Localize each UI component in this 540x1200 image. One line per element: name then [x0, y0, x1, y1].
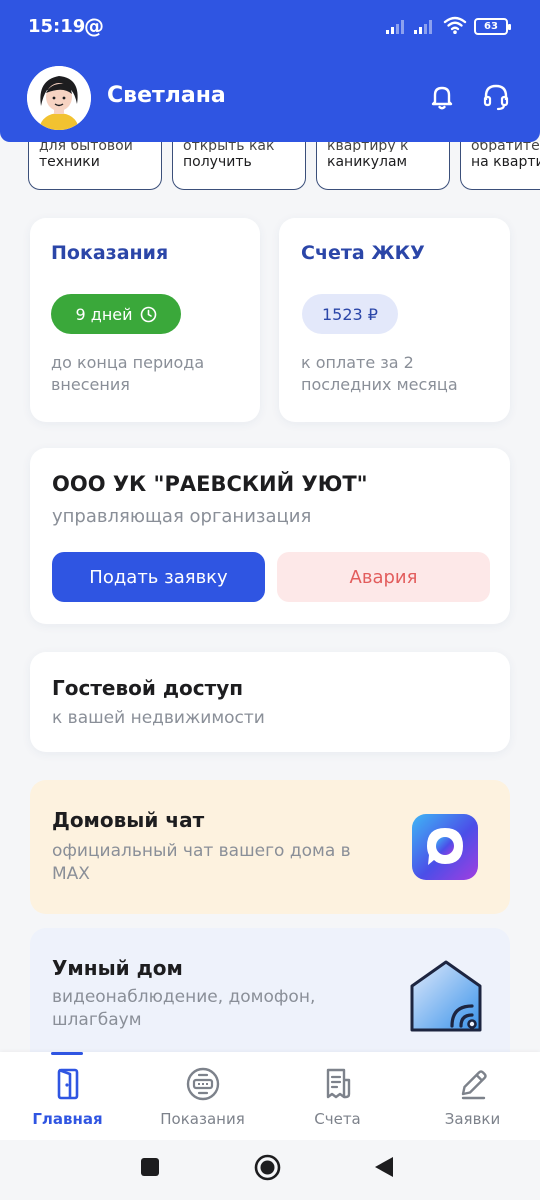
recents-icon[interactable] — [139, 1156, 161, 1178]
avatar-illustration — [27, 66, 91, 130]
smart-home-icon — [410, 960, 482, 1032]
amount-due-badge: 1523 ₽ — [302, 294, 398, 334]
bottom-tab-bar: Главная Показания Счета Заявки — [0, 1052, 540, 1140]
management-company-card: ООО УК "РАЕВСКИЙ УЮТ" управляющая органи… — [30, 448, 510, 624]
signal-icon-2 — [414, 20, 432, 34]
meter-card-description: до конца периода внесения — [51, 353, 205, 394]
meter-icon — [186, 1067, 219, 1101]
company-name: ООО УК "РАЕВСКИЙ УЮТ" — [52, 472, 368, 496]
back-icon[interactable] — [372, 1155, 396, 1179]
home-icon[interactable] — [254, 1154, 281, 1181]
home-content[interactable]: для бытовой техники открыть как получить… — [0, 142, 540, 1052]
bell-icon[interactable] — [427, 82, 457, 112]
submit-request-button[interactable]: Подать заявку — [52, 552, 265, 602]
clock-icon — [140, 306, 156, 322]
headset-icon[interactable] — [481, 82, 511, 112]
guest-access-subtitle: к вашей недвижимости — [52, 708, 265, 728]
house-chat-card[interactable]: Домовый чат официальный чат вашего дома … — [30, 780, 510, 914]
receipt-icon — [326, 1068, 350, 1099]
smart-home-title: Умный дом — [52, 956, 183, 980]
battery-icon: 63 — [474, 18, 511, 35]
status-bar: 15:19 @ 63 — [0, 0, 540, 52]
guest-access-title: Гостевой доступ — [52, 676, 244, 700]
at-sign-icon: @ — [84, 14, 104, 38]
emergency-button[interactable]: Авария — [277, 552, 490, 602]
bills-card-description: к оплате за 2 последних месяца — [301, 353, 458, 394]
tab-requests[interactable]: Заявки — [405, 1052, 540, 1140]
meter-card-title: Показания — [51, 242, 169, 264]
guest-access-card[interactable]: Гостевой доступ к вашей недвижимости — [30, 652, 510, 752]
max-messenger-icon — [412, 814, 478, 880]
tab-home[interactable]: Главная — [0, 1052, 135, 1140]
promo-chip[interactable]: обратите на квартир — [460, 142, 540, 190]
tab-bills[interactable]: Счета — [270, 1052, 405, 1140]
user-name[interactable]: Светлана — [107, 83, 226, 108]
smart-home-card[interactable]: Умный дом видеонаблюдение, домофон, шлаг… — [30, 928, 510, 1052]
door-icon — [57, 1068, 78, 1100]
avatar[interactable] — [27, 66, 91, 130]
smart-home-subtitle: видеонаблюдение, домофон, шлагбаум — [52, 987, 316, 1030]
house-chat-title: Домовый чат — [52, 808, 205, 832]
system-navigation-bar — [0, 1140, 540, 1200]
pencil-icon — [461, 1070, 487, 1100]
promo-chip[interactable]: квартиру к каникулам — [316, 142, 450, 190]
house-chat-subtitle: официальный чат вашего дома в MAX — [52, 841, 351, 884]
days-left-badge: 9 дней — [51, 294, 181, 334]
bills-card-title: Счета ЖКУ — [301, 242, 425, 264]
app-header: Светлана — [0, 52, 540, 142]
signal-icon — [386, 20, 404, 34]
company-subtitle: управляющая организация — [52, 506, 312, 527]
promo-chip[interactable]: открыть как получить — [172, 142, 306, 190]
bills-card[interactable]: Счета ЖКУ 1523 ₽ к оплате за 2 последних… — [279, 218, 510, 422]
promo-chips[interactable]: для бытовой техники открыть как получить… — [28, 142, 540, 190]
meter-readings-card[interactable]: Показания 9 дней до конца периода внесен… — [30, 218, 260, 422]
wifi-icon — [443, 16, 467, 34]
tab-readings[interactable]: Показания — [135, 1052, 270, 1140]
promo-chip[interactable]: для бытовой техники — [28, 142, 162, 190]
status-time: 15:19 — [28, 16, 86, 37]
